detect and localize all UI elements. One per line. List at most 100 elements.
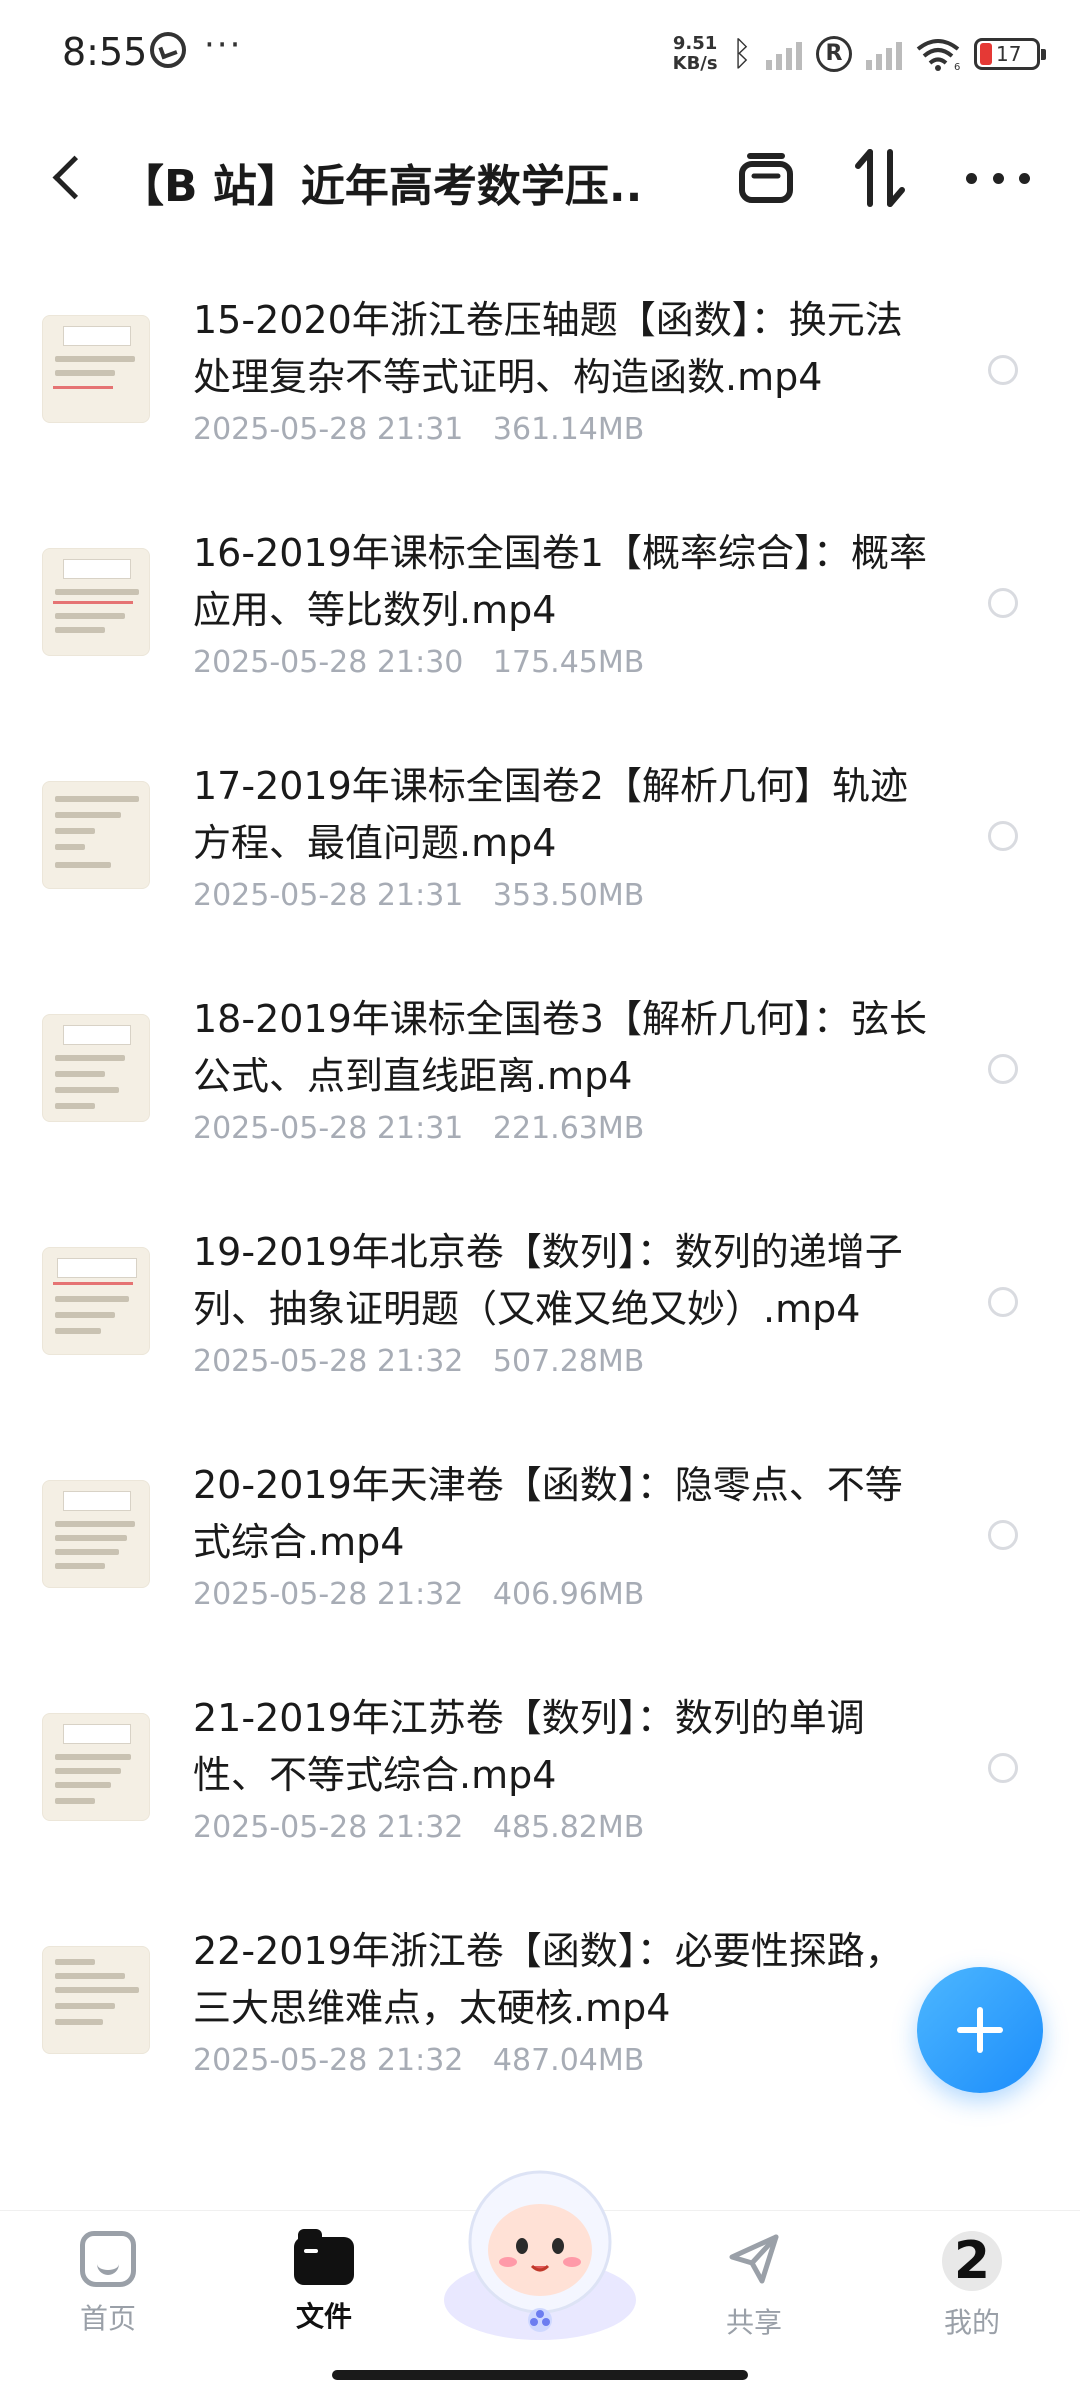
video-thumbnail (42, 548, 150, 656)
file-date: 2025-05-28 (193, 1577, 368, 1612)
file-time: 21:30 (376, 645, 464, 680)
video-thumbnail (42, 1480, 150, 1588)
file-time: 21:31 (376, 878, 464, 913)
file-meta: 2025-05-28 21:30 175.45MB (193, 645, 644, 680)
file-meta: 2025-05-28 21:32 485.82MB (193, 1810, 644, 1845)
bluetooth-icon: ᛒ (731, 34, 752, 74)
network-speed-unit: KB/s (672, 53, 718, 74)
file-row[interactable]: 17-2019年课标全国卷2【解析几何】轨迹方程、最值问题.mp4 2025-0… (0, 716, 1080, 949)
video-thumbnail (42, 781, 150, 889)
add-button[interactable] (917, 1967, 1043, 2093)
file-date: 2025-05-28 (193, 645, 368, 680)
battery-level: 17 (996, 42, 1022, 66)
status-time: 8:55 (62, 30, 148, 74)
file-meta: 2025-05-28 21:31 361.14MB (193, 412, 644, 447)
file-row[interactable]: 21-2019年江苏卷【数列】：数列的单调性、不等式综合.mp4 2025-05… (0, 1648, 1080, 1881)
select-radio[interactable] (988, 1287, 1018, 1317)
file-time: 21:31 (376, 1111, 464, 1146)
file-meta: 2025-05-28 21:31 353.50MB (193, 878, 644, 913)
signal-2-icon (866, 38, 902, 70)
wifi-label: 6 (954, 62, 960, 71)
file-row[interactable]: 18-2019年课标全国卷3【解析几何】：弦长公式、点到直线距离.mp4 202… (0, 949, 1080, 1182)
file-size: 353.50MB (492, 878, 645, 913)
file-meta: 2025-05-28 21:31 221.63MB (193, 1111, 644, 1146)
file-time: 21:32 (376, 1810, 464, 1845)
nav-home[interactable]: 首页 (38, 2231, 178, 2337)
video-thumbnail (42, 1713, 150, 1821)
file-date: 2025-05-28 (193, 2043, 368, 2078)
nav-mine[interactable]: 2 我的 (902, 2231, 1042, 2341)
network-speed-value: 9.51 (672, 33, 718, 54)
file-name: 21-2019年江苏卷【数列】：数列的单调性、不等式综合.mp4 (193, 1696, 865, 1797)
file-date: 2025-05-28 (193, 412, 368, 447)
file-row[interactable]: 20-2019年天津卷【函数】：隐零点、不等式综合.mp4 2025-05-28… (0, 1415, 1080, 1648)
file-size: 361.14MB (492, 412, 645, 447)
file-name: 18-2019年课标全国卷3【解析几何】：弦长公式、点到直线距离.mp4 (193, 997, 927, 1098)
signal-1-icon (766, 38, 802, 70)
file-meta: 2025-05-28 21:32 487.04MB (193, 2043, 644, 2078)
wifi-icon: 6 (916, 39, 960, 71)
mascot-assistant-icon[interactable] (438, 2150, 642, 2340)
file-name: 19-2019年北京卷【数列】：数列的递增子列、抽象证明题（又难又绝又妙）.mp… (193, 1230, 903, 1331)
file-time: 21:32 (376, 1344, 464, 1379)
more-options-icon[interactable] (966, 150, 1030, 206)
file-size: 221.63MB (492, 1111, 645, 1146)
file-time: 21:31 (376, 412, 464, 447)
video-thumbnail (42, 315, 150, 423)
file-date: 2025-05-28 (193, 1344, 368, 1379)
file-name: 16-2019年课标全国卷1【概率综合】：概率应用、等比数列.mp4 (193, 531, 927, 632)
file-time: 21:32 (376, 1577, 464, 1612)
file-row[interactable]: 16-2019年课标全国卷1【概率综合】：概率应用、等比数列.mp4 2025-… (0, 483, 1080, 716)
transfer-tray-icon[interactable] (738, 150, 794, 206)
select-radio[interactable] (988, 588, 1018, 618)
folder-icon (294, 2229, 354, 2285)
select-radio[interactable] (988, 1520, 1018, 1550)
file-name: 15-2020年浙江卷压轴题【函数】：换元法处理复杂不等式证明、构造函数.mp4 (193, 298, 903, 399)
file-size: 406.96MB (492, 1577, 645, 1612)
file-date: 2025-05-28 (193, 1111, 368, 1146)
select-radio[interactable] (988, 821, 1018, 851)
file-name: 20-2019年天津卷【函数】：隐零点、不等式综合.mp4 (193, 1463, 903, 1564)
avatar: 2 (942, 2231, 1002, 2291)
file-time: 21:32 (376, 2043, 464, 2078)
app-header: 【B 站】近年高考数学压... (0, 110, 1080, 250)
nav-share-label: 共享 (725, 2306, 782, 2339)
file-date: 2025-05-28 (193, 1810, 368, 1845)
nav-share[interactable]: 共享 (684, 2231, 824, 2341)
file-row[interactable]: 19-2019年北京卷【数列】：数列的递增子列、抽象证明题（又难又绝又妙）.mp… (0, 1182, 1080, 1415)
video-thumbnail (42, 1946, 150, 2054)
status-bar: 8:55 ··· 9.51 KB/s ᛒ R 6 17 (0, 0, 1080, 110)
file-name: 22-2019年浙江卷【函数】：必要性探路，三大思维难点，太硬核.mp4 (193, 1929, 903, 2030)
select-radio[interactable] (988, 1054, 1018, 1084)
paper-plane-icon (729, 2234, 779, 2284)
file-size: 507.28MB (492, 1344, 645, 1379)
back-arrow-icon[interactable] (45, 142, 85, 212)
more-notifications-icon: ··· (204, 25, 243, 65)
screen: 8:55 ··· 9.51 KB/s ᛒ R 6 17 【B 站】近年高考数学压… (0, 0, 1080, 2400)
file-list: 15-2020年浙江卷压轴题【函数】：换元法处理复杂不等式证明、构造函数.mp4… (0, 250, 1080, 2114)
network-speed: 9.51 KB/s (673, 34, 718, 74)
select-radio[interactable] (988, 1753, 1018, 1783)
file-size: 485.82MB (492, 1810, 645, 1845)
file-meta: 2025-05-28 21:32 406.96MB (193, 1577, 644, 1612)
nav-mine-label: 我的 (943, 2306, 1000, 2339)
file-row[interactable]: 15-2020年浙江卷压轴题【函数】：换元法处理复杂不等式证明、构造函数.mp4… (0, 250, 1080, 483)
nav-home-label: 首页 (79, 2302, 136, 2335)
file-size: 175.45MB (492, 645, 645, 680)
page-title: 【B 站】近年高考数学压... (120, 161, 640, 212)
file-size: 487.04MB (492, 2043, 645, 2078)
nav-files[interactable]: 文件 (254, 2229, 394, 2335)
file-date: 2025-05-28 (193, 878, 368, 913)
battery-icon: 17 (974, 38, 1046, 70)
registered-icon: R (816, 36, 852, 72)
home-icon (80, 2231, 136, 2287)
sort-icon[interactable] (850, 146, 910, 210)
wechat-notification-icon (150, 32, 186, 68)
select-radio[interactable] (988, 355, 1018, 385)
video-thumbnail (42, 1247, 150, 1355)
home-indicator[interactable] (332, 2370, 748, 2380)
file-meta: 2025-05-28 21:32 507.28MB (193, 1344, 644, 1379)
file-row[interactable]: 22-2019年浙江卷【函数】：必要性探路，三大思维难点，太硬核.mp4 202… (0, 1881, 1080, 2114)
file-name: 17-2019年课标全国卷2【解析几何】轨迹方程、最值问题.mp4 (193, 764, 908, 865)
video-thumbnail (42, 1014, 150, 1122)
